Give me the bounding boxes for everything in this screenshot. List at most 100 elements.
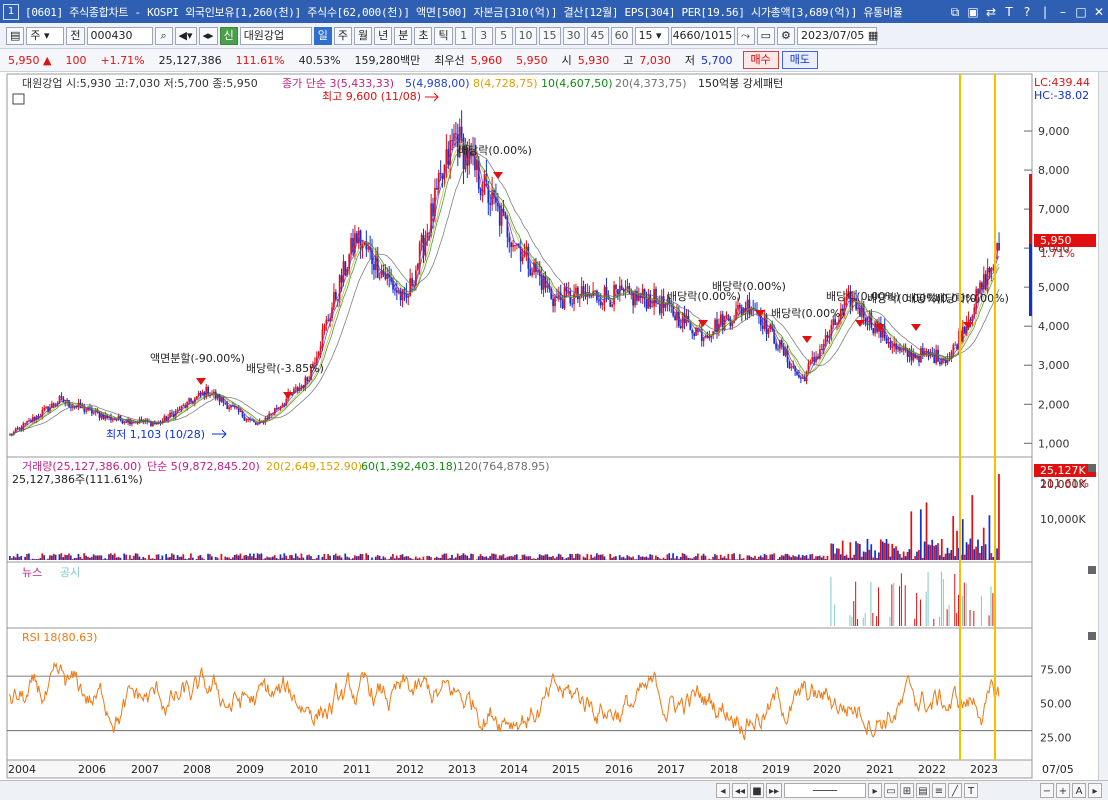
interval-1[interactable]: 1 [454, 26, 473, 45]
restore-layout-icon[interactable]: ⧉ [946, 3, 964, 21]
news-close-icon[interactable] [1088, 566, 1096, 574]
interval-15[interactable]: 15 [538, 26, 561, 45]
period-year[interactable]: 년 [374, 26, 393, 45]
search-icon[interactable]: ⌕ [154, 26, 173, 45]
save-icon[interactable]: ▣ [964, 3, 982, 21]
candle-body [719, 314, 722, 324]
notice-label[interactable]: 공시 [60, 566, 80, 579]
volume-bar [897, 550, 899, 560]
rsi-close-icon[interactable] [1088, 632, 1096, 640]
period-minute[interactable]: 분 [394, 26, 413, 45]
volume-bar [247, 556, 249, 560]
news-bar [969, 609, 971, 626]
chart-tools-icon[interactable]: ⤳ [736, 26, 755, 45]
interval-5[interactable]: 5 [494, 26, 513, 45]
gear-icon[interactable]: ⚙ [776, 26, 795, 45]
forward-button[interactable]: ▸▸ [766, 783, 782, 798]
scroll-right-button[interactable]: ▸ [868, 783, 882, 798]
volume-bar [979, 552, 981, 560]
save-chart-icon[interactable]: ▭ [756, 26, 775, 45]
chart-canvas[interactable]: 9,0008,0007,0006,0005,0004,0003,0002,000… [0, 72, 1108, 780]
volume-bar [620, 557, 623, 560]
buy-button[interactable]: 매수 [742, 51, 779, 69]
market-select[interactable]: 주 ▾ [26, 26, 65, 45]
list-icon[interactable]: ▤ [6, 26, 25, 45]
scroll-left-button[interactable]: ◂ [716, 783, 730, 798]
volume-legend: 거래량(25,127,386.00) [22, 460, 141, 473]
volume-bar [485, 556, 488, 560]
volume-bar [956, 530, 958, 560]
link-icon[interactable]: ⇄ [982, 3, 1000, 21]
fit-icon[interactable]: ▭ [884, 783, 898, 798]
period-month[interactable]: 월 [353, 26, 373, 45]
prev-button[interactable]: 전 [66, 26, 85, 45]
rewind-button[interactable]: ◂◂ [732, 783, 748, 798]
period-second[interactable]: 초 [414, 26, 433, 45]
volume-bar [799, 557, 802, 560]
price-change: 100 [65, 53, 87, 67]
volume-close-icon[interactable] [1088, 464, 1096, 472]
code-input[interactable]: 000430 [86, 26, 153, 45]
volume-bar [92, 554, 95, 560]
text-tool-icon[interactable]: T [964, 783, 978, 798]
zoom-slider[interactable]: ──── [784, 783, 866, 798]
crosshair-icon[interactable]: ⊞ [900, 783, 914, 798]
prev-stock-button[interactable]: ◂▸ [198, 26, 218, 45]
interval-45[interactable]: 45 [586, 26, 609, 45]
ma5-legend: 5(4,988,00) [405, 77, 470, 90]
maximize-icon[interactable]: □ [1072, 3, 1090, 21]
volume-bar [174, 559, 177, 560]
settings-icon[interactable]: T [1000, 3, 1018, 21]
window-number[interactable]: 1 [3, 3, 19, 20]
interval-select[interactable]: 15 ▾ [634, 26, 669, 45]
compare-icon[interactable]: ▤ [916, 783, 930, 798]
volume-bar [756, 558, 758, 560]
news-label[interactable]: 뉴스 [22, 566, 42, 579]
grid-toggle-icon[interactable] [12, 93, 25, 105]
volume-bar [630, 557, 632, 560]
volume-bar [733, 553, 735, 560]
period-tick[interactable]: 틱 [434, 26, 453, 45]
help-icon[interactable]: ? [1018, 3, 1036, 21]
volume-bar [864, 552, 867, 560]
dividend-marker-icon [911, 324, 921, 331]
volume-bar [860, 556, 863, 560]
line-tool-icon[interactable]: ╱ [948, 783, 962, 798]
volume-bar [85, 555, 87, 560]
more-icon[interactable]: ▸ [1088, 783, 1102, 798]
interval-60[interactable]: 60 [610, 26, 633, 45]
volume-bar [746, 555, 749, 560]
tile-icon[interactable]: ≡ [932, 783, 946, 798]
volume-bar [883, 542, 886, 560]
volume-bar [355, 556, 358, 560]
font-size-icon[interactable]: A [1072, 783, 1086, 798]
volume-bar [235, 554, 238, 560]
price-tick-label: 4,000 [1038, 320, 1070, 333]
close-icon[interactable]: ✕ [1090, 3, 1108, 21]
count-input[interactable]: 4660/1015 [670, 26, 735, 45]
volume-bar [285, 555, 288, 560]
interval-30[interactable]: 30 [562, 26, 585, 45]
zoom-out-icon[interactable]: − [1040, 783, 1054, 798]
interval-10[interactable]: 10 [514, 26, 537, 45]
minimize-icon[interactable]: – [1054, 3, 1072, 21]
candle-body [651, 306, 654, 308]
title-bar: 1 [0601] 주식종합차트 - KOSPI 외국인보유[1,260(천)] … [0, 0, 1108, 23]
volume-bar [921, 557, 924, 560]
period-week[interactable]: 주 [333, 26, 352, 45]
volume-bar [462, 553, 465, 560]
volume-bar [830, 543, 833, 560]
date-input[interactable]: 2023/07/05 ▦ [796, 26, 878, 45]
vertical-scrollbar[interactable] [1098, 72, 1108, 780]
interval-3[interactable]: 3 [474, 26, 493, 45]
volume-bar [510, 556, 512, 560]
volume-tick-label: 10,000K [1040, 513, 1086, 526]
audio-icon[interactable]: ◀▾ [174, 26, 197, 45]
volume-bar [929, 545, 932, 560]
volume-bar [656, 557, 659, 560]
stop-button[interactable]: ■ [750, 783, 764, 798]
period-day[interactable]: 일 [313, 26, 332, 45]
zoom-in-icon[interactable]: + [1056, 783, 1070, 798]
sell-button[interactable]: 매도 [781, 51, 819, 69]
volume-bar [134, 553, 137, 560]
